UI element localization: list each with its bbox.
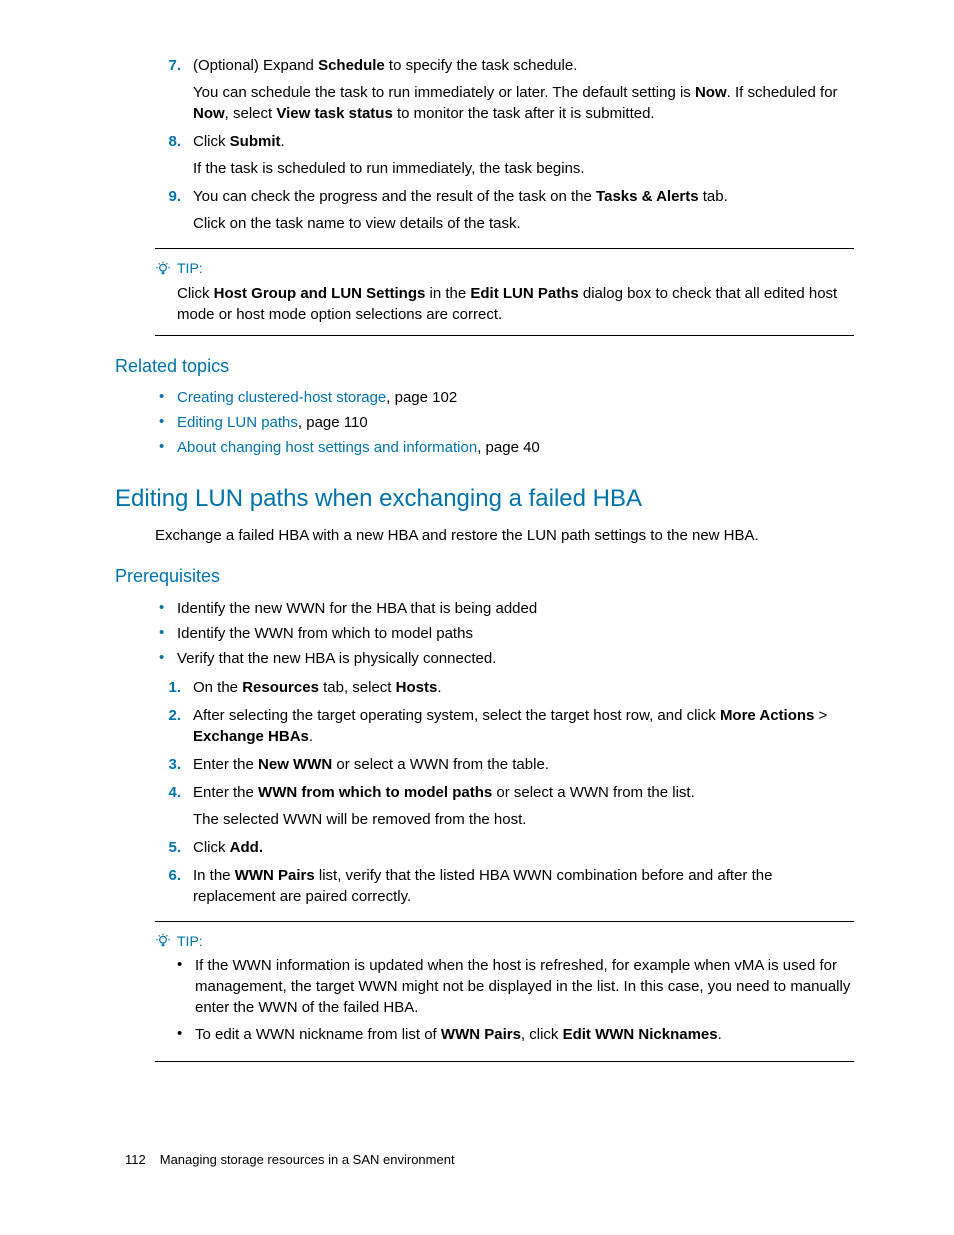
step-8: 8. Click Submit. If the task is schedule… [155, 131, 854, 179]
step-text: Enter the New WWN or select a WWN from t… [193, 754, 854, 775]
section-intro: Exchange a failed HBA with a new HBA and… [155, 525, 854, 546]
step-9: 9. You can check the progress and the re… [155, 186, 854, 234]
step-3: 3. Enter the New WWN or select a WWN fro… [155, 754, 854, 775]
ordered-list-b: 1. On the Resources tab, select Hosts. 2… [155, 677, 854, 907]
page-footer: 112 Managing storage resources in a SAN e… [125, 1151, 455, 1169]
step-number: 7. [155, 55, 181, 76]
step-sub: The selected WWN will be removed from th… [193, 809, 854, 830]
bullet-icon: • [159, 387, 177, 407]
bullet-icon: • [159, 648, 177, 668]
list-item: • About changing host settings and infor… [159, 437, 854, 458]
step-number: 8. [155, 131, 181, 152]
tip-box-2: TIP: • If the WWN information is updated… [155, 921, 854, 1063]
step-number: 3. [155, 754, 181, 775]
step-sub: If the task is scheduled to run immediat… [193, 158, 854, 179]
step-number: 6. [155, 865, 181, 886]
tip-heading: TIP: [155, 932, 854, 952]
related-topics-list: • Creating clustered-host storage, page … [159, 387, 854, 458]
bullet-icon: • [177, 955, 195, 975]
section-heading: Editing LUN paths when exchanging a fail… [115, 482, 854, 516]
prerequisites-list: •Identify the new WWN for the HBA that i… [159, 598, 854, 669]
bullet-icon: • [177, 1024, 195, 1044]
tip-body: Click Host Group and LUN Settings in the… [177, 283, 854, 325]
step-sub: Click on the task name to view details o… [193, 213, 854, 234]
tip-label: TIP: [177, 932, 203, 952]
step-number: 4. [155, 782, 181, 803]
step-6: 6. In the WWN Pairs list, verify that th… [155, 865, 854, 907]
bullet-icon: • [159, 412, 177, 432]
tip-box-1: TIP: Click Host Group and LUN Settings i… [155, 248, 854, 336]
step-7: 7. (Optional) Expand Schedule to specify… [155, 55, 854, 124]
step-text: Click Submit. [193, 133, 285, 150]
step-number: 5. [155, 837, 181, 858]
link[interactable]: About changing host settings and informa… [177, 439, 477, 456]
list-item: •Identify the WWN from which to model pa… [159, 623, 854, 644]
bullet-icon: • [159, 437, 177, 457]
step-number: 9. [155, 186, 181, 207]
bullet-icon: • [159, 598, 177, 618]
page-number: 112 [125, 1152, 146, 1167]
step-text: Click Add. [193, 837, 854, 858]
step-text: After selecting the target operating sys… [193, 705, 854, 747]
lightbulb-icon [155, 933, 171, 949]
step-1: 1. On the Resources tab, select Hosts. [155, 677, 854, 698]
step-number: 2. [155, 705, 181, 726]
step-text: In the WWN Pairs list, verify that the l… [193, 865, 854, 907]
step-5: 5. Click Add. [155, 837, 854, 858]
step-text: (Optional) Expand Schedule to specify th… [193, 57, 577, 74]
step-number: 1. [155, 677, 181, 698]
tip-label: TIP: [177, 259, 203, 279]
step-text: You can check the progress and the resul… [193, 188, 728, 205]
list-item: •Verify that the new HBA is physically c… [159, 648, 854, 669]
step-2: 2. After selecting the target operating … [155, 705, 854, 747]
step-sub: You can schedule the task to run immedia… [193, 82, 854, 124]
lightbulb-icon [155, 261, 171, 277]
step-4: 4. Enter the WWN from which to model pat… [155, 782, 854, 830]
list-item: • Creating clustered-host storage, page … [159, 387, 854, 408]
list-item: •Identify the new WWN for the HBA that i… [159, 598, 854, 619]
list-item: • Editing LUN paths, page 110 [159, 412, 854, 433]
step-text: Enter the WWN from which to model paths … [193, 784, 695, 801]
ordered-list-continued: 7. (Optional) Expand Schedule to specify… [155, 55, 854, 234]
prerequisites-heading: Prerequisites [115, 564, 854, 589]
link[interactable]: Editing LUN paths [177, 414, 298, 431]
tip-body: • If the WWN information is updated when… [177, 955, 854, 1045]
list-item: • If the WWN information is updated when… [177, 955, 854, 1018]
tip-heading: TIP: [155, 259, 854, 279]
list-item: • To edit a WWN nickname from list of WW… [177, 1024, 854, 1045]
bullet-icon: • [159, 623, 177, 643]
link[interactable]: Creating clustered-host storage [177, 389, 386, 406]
document-page: 7. (Optional) Expand Schedule to specify… [0, 0, 954, 1235]
related-topics-heading: Related topics [115, 354, 854, 379]
step-text: On the Resources tab, select Hosts. [193, 677, 854, 698]
footer-title: Managing storage resources in a SAN envi… [160, 1152, 455, 1167]
